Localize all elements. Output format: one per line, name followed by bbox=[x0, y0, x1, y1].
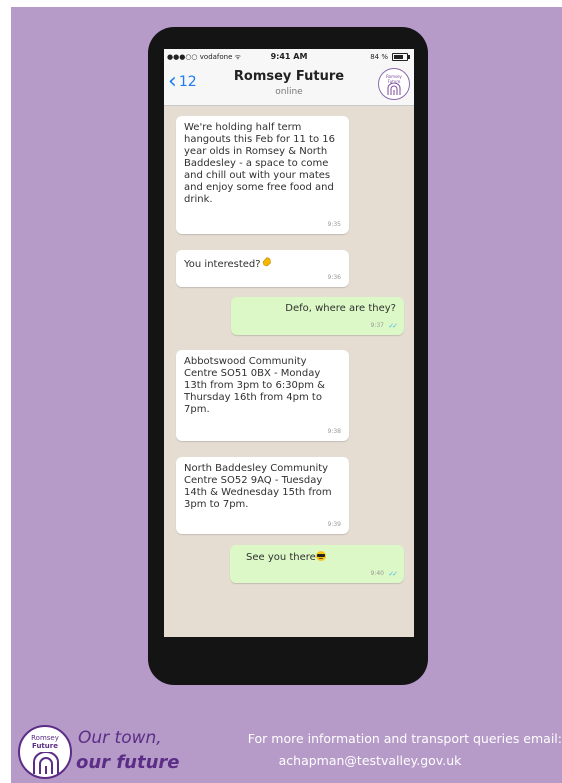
message-bubble-incoming[interactable]: Abbotswood Community Centre SO51 0BX - M… bbox=[176, 350, 349, 441]
message-time: 9:39 bbox=[327, 521, 341, 528]
message-bubble-incoming[interactable]: We're holding half term hangouts this Fe… bbox=[176, 116, 349, 234]
message-text: We're holding half term hangouts this Fe… bbox=[184, 122, 336, 205]
message-time: 9:36 bbox=[327, 274, 341, 281]
message-time: 9:40 bbox=[370, 570, 384, 577]
message-bubble-outgoing[interactable]: Defo, where are they? 9:37 ✓✓ bbox=[231, 297, 404, 335]
logo-text-1: Romsey bbox=[31, 734, 59, 742]
message-text: See you there bbox=[246, 552, 316, 563]
message-time: 9:35 bbox=[327, 221, 341, 228]
message-time: 9:37 bbox=[370, 322, 384, 329]
message-bubble-outgoing[interactable]: See you there 9:40 ✓✓ bbox=[230, 545, 404, 583]
battery-percent: 84 % bbox=[370, 53, 388, 61]
tagline-line-2: our future bbox=[76, 752, 180, 773]
message-time: 9:38 bbox=[327, 428, 341, 435]
message-bubble-incoming[interactable]: North Baddesley Community Centre SO52 9A… bbox=[176, 457, 349, 534]
double-check-icon: ✓✓ bbox=[388, 322, 398, 330]
sunglasses-face-icon bbox=[315, 551, 326, 561]
tagline-line-1: Our town, bbox=[78, 728, 162, 748]
chat-screen: ●●●○○ vodafone ᯤ 9:41 AM 84 % ‹ 12 Romse… bbox=[164, 49, 414, 637]
chat-header: ‹ 12 Romsey Future online Romsey Future bbox=[164, 65, 414, 106]
double-check-icon: ✓✓ bbox=[388, 570, 398, 578]
contact-avatar[interactable]: Romsey Future bbox=[378, 68, 410, 100]
contact-info-text: For more information and transport queri… bbox=[247, 731, 562, 746]
waving-hand-icon bbox=[261, 256, 272, 271]
message-list[interactable]: We're holding half term hangouts this Fe… bbox=[164, 106, 414, 637]
arches-logo-icon bbox=[387, 83, 401, 95]
phone-frame: ●●●○○ vodafone ᯤ 9:41 AM 84 % ‹ 12 Romse… bbox=[148, 27, 428, 685]
logo-text-2: Future bbox=[32, 742, 58, 750]
contact-email-link[interactable]: achapman@testvalley.gov.uk bbox=[210, 753, 530, 768]
contact-name[interactable]: Romsey Future bbox=[164, 69, 414, 84]
arches-logo-icon bbox=[33, 752, 59, 774]
message-text: Abbotswood Community Centre SO51 0BX - M… bbox=[184, 356, 325, 415]
romsey-future-logo: Romsey Future bbox=[18, 725, 72, 779]
message-text: North Baddesley Community Centre SO52 9A… bbox=[184, 463, 332, 510]
message-text: Defo, where are they? bbox=[285, 303, 396, 314]
message-bubble-incoming[interactable]: You interested? 9:36 bbox=[176, 250, 349, 287]
contact-status: online bbox=[275, 87, 303, 97]
status-bar: ●●●○○ vodafone ᯤ 9:41 AM 84 % bbox=[164, 49, 414, 65]
message-text: You interested? bbox=[184, 259, 261, 270]
battery-icon bbox=[392, 53, 410, 61]
